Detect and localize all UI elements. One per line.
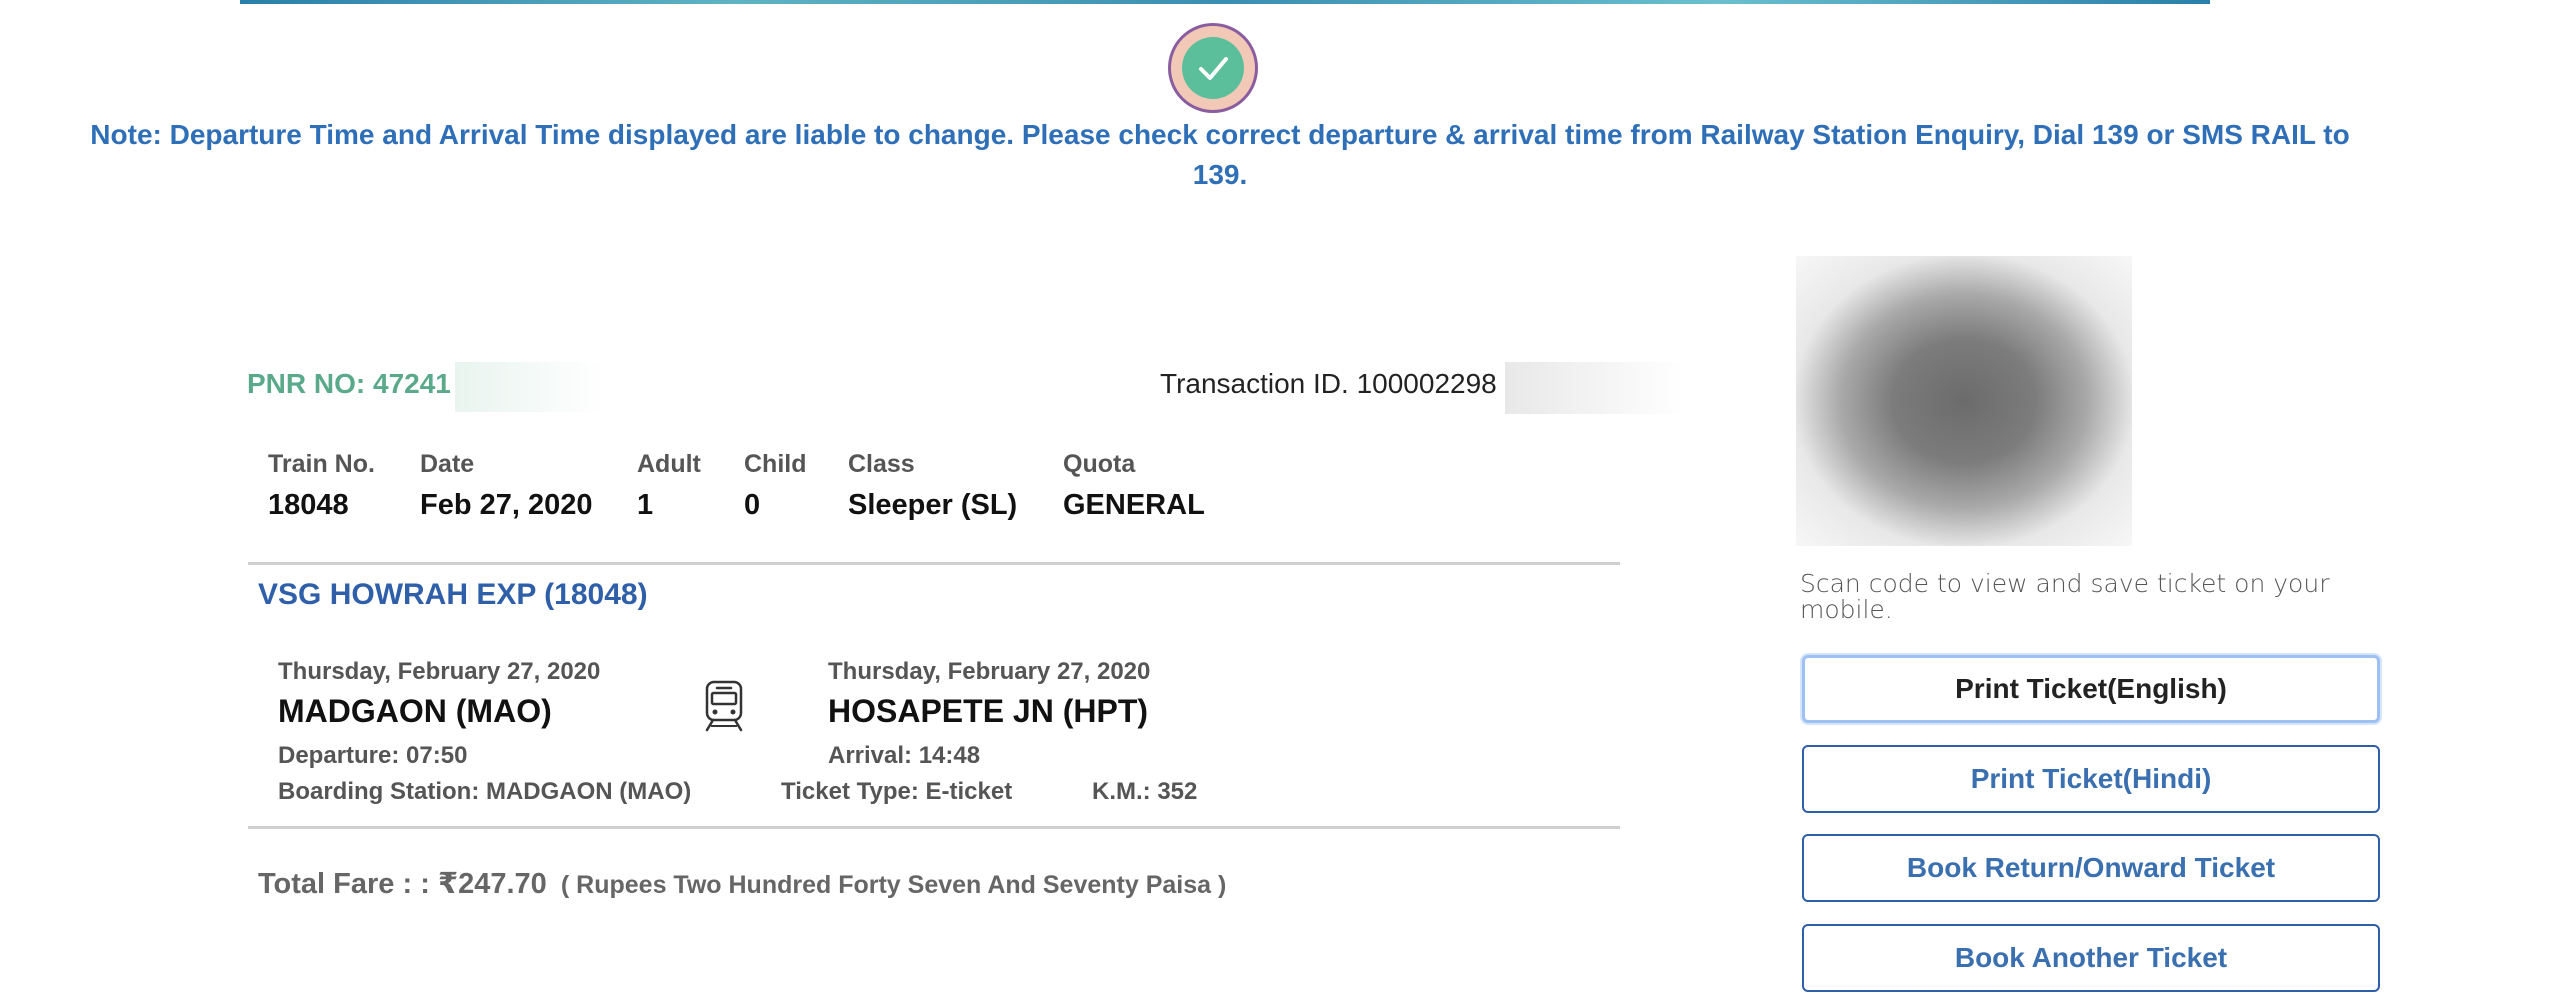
arrival-time: Arrival: 14:48	[828, 742, 981, 769]
adult-label: Adult	[637, 450, 701, 478]
adult-value: 1	[637, 489, 654, 521]
divider	[248, 826, 1620, 829]
departure-station: MADGAON (MAO)	[278, 693, 552, 729]
divider	[248, 562, 1620, 565]
success-check-badge	[1168, 23, 1258, 113]
train-no-column: Train No. 18048	[268, 450, 375, 522]
child-column: Child 0	[744, 450, 807, 522]
train-no-value: 18048	[268, 489, 349, 521]
date-column: Date Feb 27, 2020	[420, 450, 593, 522]
train-no-label: Train No.	[268, 450, 375, 478]
print-ticket-english-button[interactable]: Print Ticket(English)	[1802, 655, 2380, 723]
book-another-ticket-button[interactable]: Book Another Ticket	[1802, 924, 2380, 992]
quota-column: Quota GENERAL	[1063, 450, 1205, 522]
print-ticket-hindi-button[interactable]: Print Ticket(Hindi)	[1802, 745, 2380, 813]
child-label: Child	[744, 450, 807, 478]
ticket-type: Ticket Type: E-ticket	[781, 778, 1013, 805]
arrival-station: HOSAPETE JN (HPT)	[828, 693, 1149, 729]
distance-km: K.M.: 352	[1092, 778, 1198, 805]
boarding-station: Boarding Station: MADGAON (MAO)	[278, 778, 692, 805]
pnr-redaction	[455, 362, 605, 412]
class-label: Class	[848, 450, 915, 478]
qr-code-image	[1796, 256, 2132, 546]
top-accent-bar	[240, 0, 2210, 4]
departure-time: Departure: 07:50	[278, 742, 468, 769]
quota-value: GENERAL	[1063, 489, 1205, 521]
fare-in-words: ( Rupees Two Hundred Forty Seven And Sev…	[560, 871, 1227, 899]
total-fare: Total Fare : : ₹247.70 ( Rupees Two Hund…	[258, 866, 1226, 901]
pnr-number: PNR NO: 47241	[247, 368, 451, 399]
train-icon	[702, 678, 746, 734]
quota-label: Quota	[1063, 450, 1136, 478]
check-icon	[1182, 37, 1244, 99]
train-name: VSG HOWRAH EXP (18048)	[258, 578, 648, 611]
departure-note: Note: Departure Time and Arrival Time di…	[90, 119, 2350, 190]
arrival-date: Thursday, February 27, 2020	[828, 658, 1151, 685]
date-label: Date	[420, 450, 475, 478]
transaction-id: Transaction ID. 100002298	[1160, 368, 1497, 399]
book-return-ticket-button[interactable]: Book Return/Onward Ticket	[1802, 834, 2380, 902]
child-value: 0	[744, 489, 761, 521]
fare-amount: ₹247.70	[437, 868, 547, 900]
scan-code-hint: Scan code to view and save ticket on you…	[1800, 569, 2330, 624]
class-column: Class Sleeper (SL)	[848, 450, 1017, 522]
fare-label: Total Fare : :	[258, 868, 430, 900]
date-value: Feb 27, 2020	[420, 489, 593, 521]
class-value: Sleeper (SL)	[848, 489, 1018, 521]
adult-column: Adult 1	[637, 450, 701, 522]
departure-date: Thursday, February 27, 2020	[278, 658, 601, 685]
transaction-redaction	[1505, 362, 1685, 414]
